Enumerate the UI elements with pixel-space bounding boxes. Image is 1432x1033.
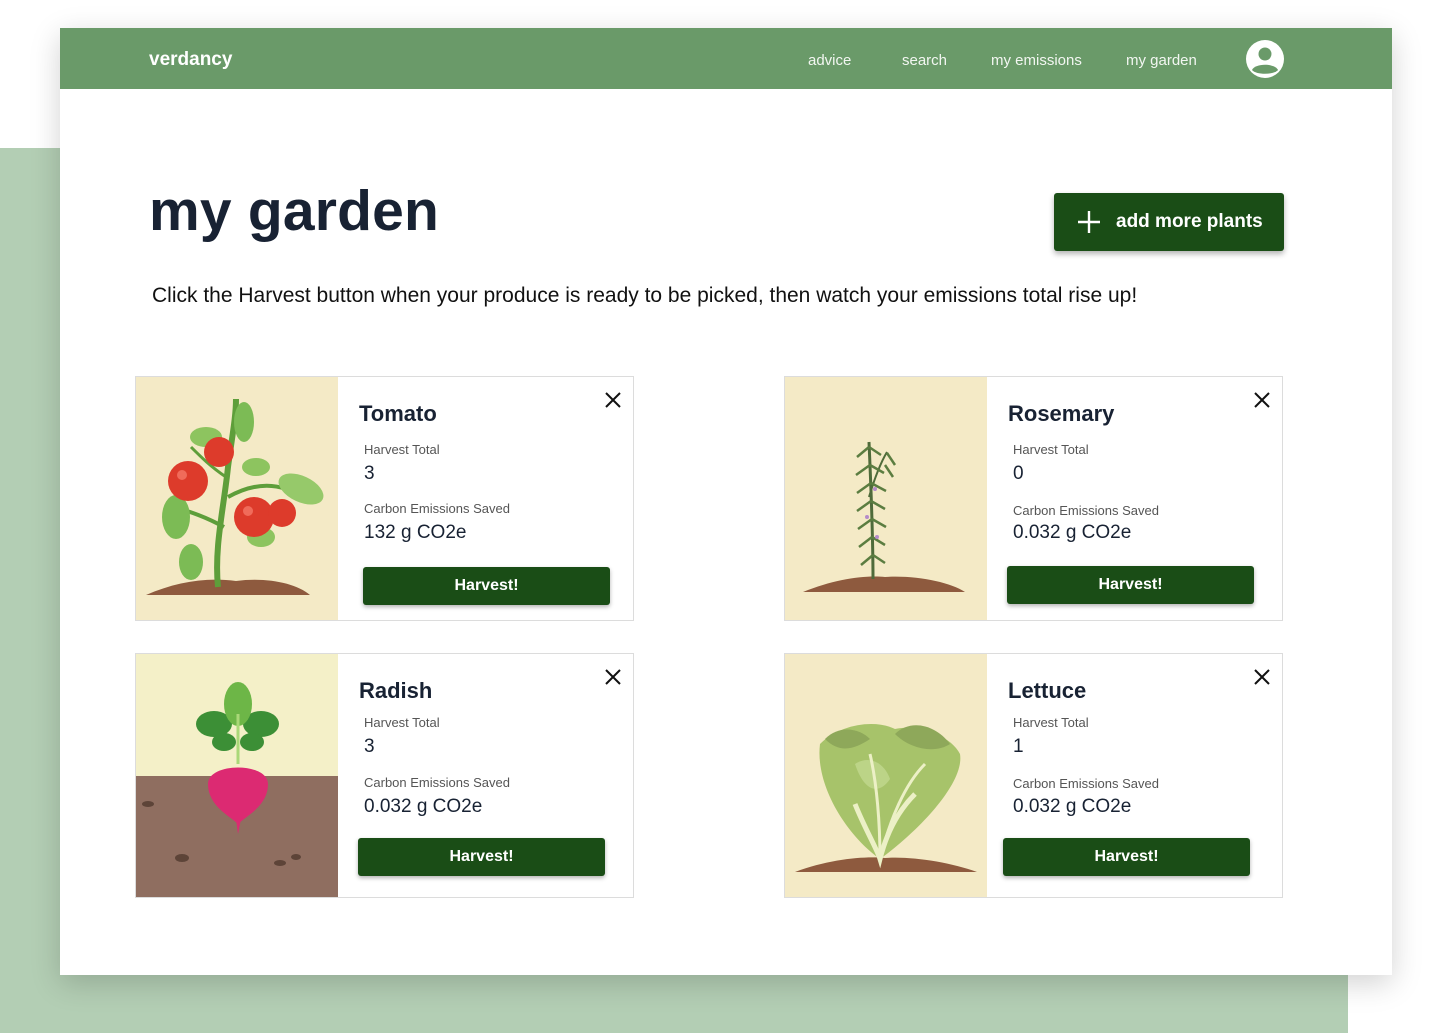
plant-name: Lettuce — [1008, 678, 1087, 703]
nav-link-search[interactable]: search — [902, 52, 947, 69]
harvest-total-label: Harvest Total — [1013, 715, 1089, 730]
plant-card-tomato: Tomato Harvest Total 3 Carbon Emissions … — [135, 376, 634, 621]
add-more-plants-button[interactable]: add more plants — [1054, 193, 1284, 251]
carbon-saved-label: Carbon Emissions Saved — [364, 775, 510, 790]
carbon-saved-value: 0.032 g CO2e — [1013, 522, 1132, 543]
close-icon[interactable] — [1251, 389, 1273, 411]
harvest-total-value: 3 — [364, 463, 375, 484]
add-more-plants-label: add more plants — [1116, 211, 1263, 232]
rosemary-plant-icon — [785, 377, 987, 620]
harvest-total-label: Harvest Total — [364, 442, 440, 457]
plant-name: Tomato — [359, 401, 437, 426]
plant-card-lettuce: Lettuce Harvest Total 1 Carbon Emissions… — [784, 653, 1283, 898]
close-icon[interactable] — [1251, 666, 1273, 688]
harvest-total-label: Harvest Total — [364, 715, 440, 730]
plant-name: Rosemary — [1008, 401, 1115, 426]
harvest-button[interactable]: Harvest! — [1007, 566, 1254, 604]
close-icon[interactable] — [602, 389, 624, 411]
carbon-saved-label: Carbon Emissions Saved — [364, 501, 510, 516]
harvest-button[interactable]: Harvest! — [358, 838, 605, 876]
brand-logo[interactable]: verdancy — [149, 49, 232, 71]
carbon-saved-value: 132 g CO2e — [364, 522, 467, 543]
harvest-button[interactable]: Harvest! — [1003, 838, 1250, 876]
harvest-total-label: Harvest Total — [1013, 442, 1089, 457]
plant-card-rosemary: Rosemary Harvest Total 0 Carbon Emission… — [784, 376, 1283, 621]
nav-link-my-emissions[interactable]: my emissions — [991, 52, 1082, 69]
carbon-saved-label: Carbon Emissions Saved — [1013, 776, 1159, 791]
page-title: my garden — [149, 179, 440, 243]
nav-link-advice[interactable]: advice — [808, 52, 851, 69]
app-window: verdancy advice search my emissions my g… — [60, 28, 1392, 975]
radish-plant-icon — [136, 654, 338, 897]
carbon-saved-value: 0.032 g CO2e — [1013, 796, 1132, 817]
user-avatar-icon[interactable] — [1245, 39, 1285, 79]
carbon-saved-value: 0.032 g CO2e — [364, 796, 483, 817]
harvest-button[interactable]: Harvest! — [363, 567, 610, 605]
close-icon[interactable] — [602, 666, 624, 688]
harvest-total-value: 3 — [364, 736, 375, 757]
intro-text: Click the Harvest button when your produ… — [152, 284, 1138, 307]
lettuce-plant-icon — [785, 654, 987, 897]
navbar: verdancy advice search my emissions my g… — [60, 28, 1392, 89]
tomato-plant-icon — [136, 377, 338, 620]
carbon-saved-label: Carbon Emissions Saved — [1013, 503, 1159, 518]
nav-link-my-garden[interactable]: my garden — [1126, 52, 1197, 69]
plant-card-radish: Radish Harvest Total 3 Carbon Emissions … — [135, 653, 634, 898]
plant-name: Radish — [359, 678, 433, 703]
plus-icon — [1078, 211, 1100, 233]
harvest-total-value: 0 — [1013, 463, 1024, 484]
harvest-total-value: 1 — [1013, 736, 1024, 757]
